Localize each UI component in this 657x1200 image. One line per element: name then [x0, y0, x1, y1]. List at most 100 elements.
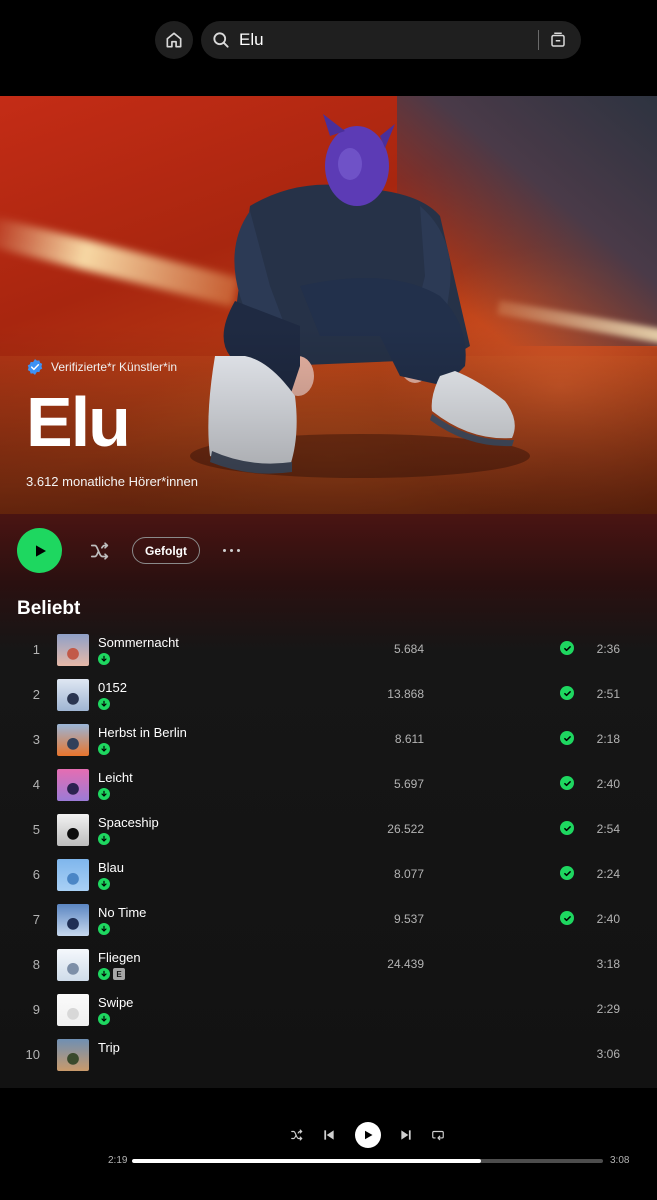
track-cover: [57, 679, 89, 711]
next-icon[interactable]: [393, 1122, 419, 1148]
track-duration: 3:18: [596, 957, 620, 971]
play-button[interactable]: [17, 528, 62, 573]
downloaded-icon: [98, 653, 110, 665]
track-duration: 2:40: [596, 777, 620, 791]
track-plays: 24.439: [387, 957, 424, 971]
previous-icon[interactable]: [316, 1122, 342, 1148]
track-duration: 2:29: [596, 1002, 620, 1016]
more-options-icon[interactable]: [218, 542, 244, 558]
track-row[interactable]: 7 No Time 9.537 2:40: [0, 904, 657, 949]
track-title: Sommernacht: [98, 635, 179, 650]
saved-check-icon[interactable]: [560, 731, 574, 745]
track-number: 6: [32, 867, 40, 882]
track-row[interactable]: 3 Herbst in Berlin 8.611 2:18: [0, 724, 657, 769]
track-title: Spaceship: [98, 815, 159, 830]
downloaded-icon: [98, 698, 110, 710]
track-row[interactable]: 1 Sommernacht 5.684 2:36: [0, 634, 657, 679]
play-icon: [365, 1130, 373, 1140]
artist-name: Elu: [26, 383, 131, 461]
follow-button[interactable]: Gefolgt: [132, 537, 200, 564]
track-duration: 3:06: [596, 1047, 620, 1061]
search-divider: [538, 30, 539, 50]
track-plays: 26.522: [387, 822, 424, 836]
downloaded-icon: [98, 923, 110, 935]
downloaded-icon: [98, 788, 110, 800]
track-badges: E: [98, 968, 125, 980]
monthly-listeners: 3.612 monatliche Hörer*innen: [26, 474, 198, 489]
repeat-icon[interactable]: [425, 1122, 451, 1148]
track-plays: 8.611: [394, 732, 424, 746]
search-input[interactable]: Elu: [239, 30, 264, 50]
track-title: 0152: [98, 680, 127, 695]
artist-content: Gefolgt Beliebt 1 Sommernacht 5.684 2:36 2 01…: [0, 514, 657, 1088]
track-duration: 2:18: [596, 732, 620, 746]
verified-badge: Verifizierte*r Künstler*in: [26, 358, 177, 376]
saved-check-icon[interactable]: [560, 641, 574, 655]
track-plays: 8.077: [393, 867, 424, 881]
saved-check-icon[interactable]: [560, 776, 574, 790]
track-title: Blau: [98, 860, 125, 875]
track-title: Herbst in Berlin: [98, 725, 187, 740]
track-plays: 5.684: [393, 642, 424, 656]
track-badges: [98, 743, 110, 755]
track-cover: [57, 949, 89, 981]
track-title: No Time: [98, 905, 147, 920]
track-number: 9: [32, 1002, 40, 1017]
track-badges: [98, 923, 110, 935]
track-row[interactable]: 10 Trip 3:06: [0, 1039, 657, 1084]
track-badges: [98, 698, 110, 710]
track-duration: 2:24: [596, 867, 620, 881]
home-button[interactable]: [155, 21, 193, 59]
track-cover: [57, 859, 89, 891]
track-row[interactable]: 2 0152 13.868 2:51: [0, 679, 657, 724]
saved-check-icon[interactable]: [560, 911, 574, 925]
track-row[interactable]: 8 Fliegen E 24.439 3:18: [0, 949, 657, 994]
artist-header: Verifizierte*r Künstler*in Elu 3.612 mon…: [0, 96, 657, 514]
track-row[interactable]: 4 Leicht 5.697 2:40: [0, 769, 657, 814]
track-row[interactable]: 5 Spaceship 26.522 2:54: [0, 814, 657, 859]
track-row[interactable]: 6 Blau 8.077 2:24: [0, 859, 657, 904]
track-plays: 5.697: [393, 777, 424, 791]
track-plays: 13.868: [387, 687, 424, 701]
downloaded-icon: [98, 968, 110, 980]
track-number: 8: [32, 957, 40, 972]
track-duration: 2:51: [596, 687, 620, 701]
progress-bar[interactable]: [132, 1159, 603, 1163]
search-bar[interactable]: Elu: [201, 21, 581, 59]
player-controls: [0, 1122, 657, 1148]
verified-icon: [27, 359, 43, 375]
player-play-button[interactable]: [355, 1122, 381, 1148]
total-time: 3:08: [610, 1155, 630, 1166]
track-cover: [57, 994, 89, 1026]
track-badges: [98, 788, 110, 800]
track-row[interactable]: 9 Swipe 2:29: [0, 994, 657, 1039]
track-number: 2: [32, 687, 40, 702]
track-cover: [57, 724, 89, 756]
progress-fill: [132, 1159, 481, 1163]
track-number: 1: [32, 642, 40, 657]
track-badges: [98, 833, 110, 845]
saved-check-icon[interactable]: [560, 821, 574, 835]
browse-icon[interactable]: [547, 29, 569, 51]
track-plays: 9.537: [393, 912, 424, 926]
track-cover: [57, 814, 89, 846]
track-duration: 2:54: [596, 822, 620, 836]
player-bar: 2:19 3:08: [0, 1088, 657, 1200]
downloaded-icon: [98, 743, 110, 755]
downloaded-icon: [98, 878, 110, 890]
saved-check-icon[interactable]: [560, 866, 574, 880]
shuffle-button[interactable]: [86, 538, 114, 564]
track-duration: 2:36: [596, 642, 620, 656]
track-number: 3: [32, 732, 40, 747]
track-badges: [98, 878, 110, 890]
search-icon: [209, 28, 233, 52]
downloaded-icon: [98, 833, 110, 845]
track-title: Trip: [98, 1040, 120, 1055]
section-title-popular: Beliebt: [17, 598, 81, 619]
shuffle-icon[interactable]: [284, 1122, 310, 1148]
verified-label: Verifizierte*r Künstler*in: [51, 360, 178, 374]
track-number: 7: [32, 912, 40, 927]
track-cover: [57, 904, 89, 936]
shuffle-icon: [90, 542, 109, 560]
saved-check-icon[interactable]: [560, 686, 574, 700]
